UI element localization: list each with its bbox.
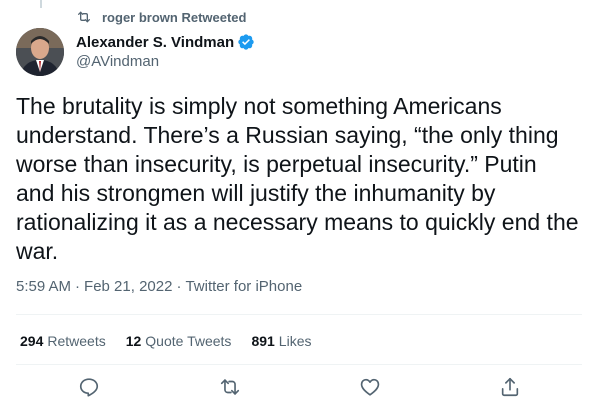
tweet-text: The brutality is simply not something Am… — [16, 93, 579, 264]
reply-icon — [79, 378, 99, 397]
retweet-icon — [78, 11, 90, 23]
quote-tweets-count: 12 — [125, 333, 142, 349]
reply-button[interactable] — [78, 376, 100, 398]
action-bar — [16, 368, 582, 408]
retweet-context[interactable]: roger brown Retweeted — [76, 8, 246, 26]
tweet-stats: 294 Retweets 12 Quote Tweets 891 Likes — [20, 333, 331, 349]
retweets-stat[interactable]: 294 Retweets — [20, 333, 106, 349]
quote-tweets-stat[interactable]: 12 Quote Tweets — [126, 333, 232, 349]
retweets-count: 294 — [20, 333, 44, 349]
author-handle[interactable]: @AVindman — [76, 53, 255, 70]
likes-stat[interactable]: 891 Likes — [251, 333, 311, 349]
author-block[interactable]: Alexander S. Vindman @AVindman — [76, 32, 255, 70]
tweet-time[interactable]: 5:59 AM — [16, 278, 71, 295]
retweet-context-text: roger brown Retweeted — [102, 9, 247, 25]
meta-separator: · — [176, 278, 182, 295]
like-icon — [360, 378, 380, 396]
like-button[interactable] — [359, 376, 381, 398]
likes-label: Likes — [278, 333, 312, 349]
meta-separator: · — [75, 278, 81, 295]
retweet-icon — [220, 379, 240, 395]
avatar[interactable] — [16, 28, 64, 76]
tweet-source[interactable]: Twitter for iPhone — [185, 278, 302, 295]
share-icon — [501, 377, 519, 397]
share-button[interactable] — [499, 376, 521, 398]
retweet-button[interactable] — [219, 376, 241, 398]
author-name[interactable]: Alexander S. Vindman — [76, 34, 234, 51]
avatar-image — [16, 28, 64, 76]
thread-line — [40, 0, 42, 8]
divider — [16, 314, 582, 315]
verified-badge-icon — [238, 34, 254, 50]
tweet-date[interactable]: Feb 21, 2022 — [84, 278, 172, 295]
divider — [16, 364, 582, 365]
quote-tweets-label: Quote Tweets — [145, 333, 232, 349]
tweet-meta: 5:59 AM · Feb 21, 2022 · Twitter for iPh… — [16, 278, 302, 295]
retweets-label: Retweets — [47, 333, 106, 349]
likes-count: 891 — [251, 333, 275, 349]
